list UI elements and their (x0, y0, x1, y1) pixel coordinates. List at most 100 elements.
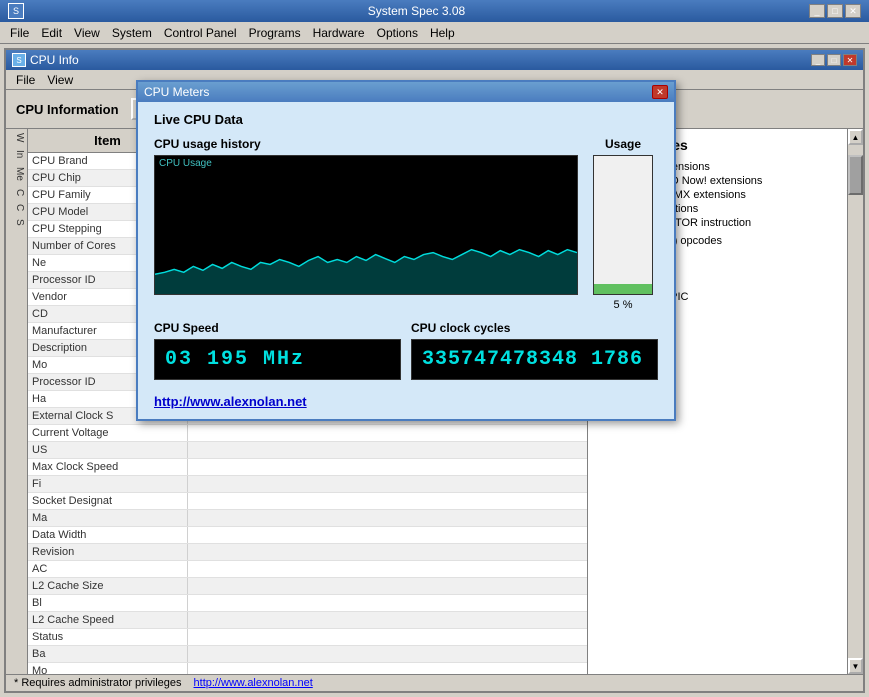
scroll-down-button[interactable]: ▼ (848, 658, 863, 674)
popup-title-bar: CPU Meters ✕ (138, 82, 674, 102)
popup-footer: http://www.alexnolan.net (138, 390, 674, 419)
table-row: US (28, 442, 587, 459)
item-status: Status (28, 629, 188, 645)
history-graph: CPU Usage (154, 155, 578, 295)
sidebar-me: Me (6, 163, 27, 185)
details-revision (188, 544, 587, 560)
table-row: Max Clock Speed (28, 459, 587, 476)
table-row: Revision (28, 544, 587, 561)
details-mo2 (188, 663, 587, 674)
table-row: Current Voltage (28, 425, 587, 442)
table-row: Mo (28, 663, 587, 674)
details-ma (188, 510, 587, 526)
cpu-cycles-value: 335747478348 1786 (411, 339, 658, 380)
scroll-track[interactable] (848, 145, 863, 658)
table-row: Socket Designat (28, 493, 587, 510)
inner-window: S CPU Info _ □ ✕ File View CPU Informati… (4, 48, 865, 693)
cpu-speed-display: CPU Speed 03 195 MHz (154, 321, 401, 380)
menu-control-panel[interactable]: Control Panel (158, 24, 243, 42)
table-row: Fi (28, 476, 587, 493)
footer: * Requires administrator privileges http… (6, 674, 863, 691)
details-max-clock (188, 459, 587, 475)
cpu-speed-value: 03 195 MHz (154, 339, 401, 380)
item-socket: Socket Designat (28, 493, 188, 509)
details-ba (188, 646, 587, 662)
sidebar-cp2: C (6, 200, 27, 215)
minimize-button[interactable]: _ (809, 4, 825, 18)
graph-label: CPU Usage (159, 158, 212, 169)
cpu-cycles-display: CPU clock cycles 335747478348 1786 (411, 321, 658, 380)
menu-programs[interactable]: Programs (243, 24, 307, 42)
footer-link[interactable]: http://www.alexnolan.net (194, 677, 313, 689)
menu-bar: File Edit View System Control Panel Prog… (0, 22, 869, 44)
menu-edit[interactable]: Edit (35, 24, 68, 42)
cpu-meters-window: CPU Meters ✕ Live CPU Data CPU usage his… (136, 80, 676, 421)
maximize-button[interactable]: □ (827, 4, 843, 18)
details-data-width (188, 527, 587, 543)
history-label: CPU usage history (154, 137, 578, 151)
history-section: CPU usage history CPU Usage (154, 137, 578, 295)
details-socket (188, 493, 587, 509)
close-button[interactable]: ✕ (845, 4, 861, 18)
sidebar-cp1: C (6, 185, 27, 200)
inner-title: CPU Info (30, 53, 79, 67)
sidebar-in: In (6, 146, 27, 162)
scroll-up-button[interactable]: ▲ (848, 129, 863, 145)
menu-file[interactable]: File (4, 24, 35, 42)
scroll-thumb[interactable] (848, 155, 863, 195)
usage-percent: 5 % (588, 299, 658, 311)
item-us: US (28, 442, 188, 458)
table-row: Bl (28, 595, 587, 612)
item-bl: Bl (28, 595, 188, 611)
item-l2-cache-size: L2 Cache Size (28, 578, 188, 594)
usage-bar-container (593, 155, 653, 295)
menu-options[interactable]: Options (371, 24, 424, 42)
item-current-voltage: Current Voltage (28, 425, 188, 441)
menu-help[interactable]: Help (424, 24, 461, 42)
inner-maximize-button[interactable]: □ (827, 54, 841, 66)
usage-top-label: Usage (588, 137, 658, 151)
item-mo2: Mo (28, 663, 188, 674)
popup-link[interactable]: http://www.alexnolan.net (154, 394, 307, 409)
popup-content: Live CPU Data CPU usage history CPU Usag… (138, 102, 674, 390)
inner-title-bar: S CPU Info _ □ ✕ (6, 50, 863, 70)
inner-menu-view[interactable]: View (41, 71, 79, 89)
table-row: Status (28, 629, 587, 646)
inner-minimize-button[interactable]: _ (811, 54, 825, 66)
item-data-width: Data Width (28, 527, 188, 543)
menu-system[interactable]: System (106, 24, 158, 42)
usage-bar-fill (594, 284, 652, 294)
table-row: L2 Cache Size (28, 578, 587, 595)
details-status (188, 629, 587, 645)
cpu-cycles-label: CPU clock cycles (411, 321, 658, 335)
details-l2-cache-size (188, 578, 587, 594)
table-row: Data Width (28, 527, 587, 544)
cpu-info-label: CPU Information (16, 102, 119, 117)
menu-hardware[interactable]: Hardware (307, 24, 371, 42)
details-ac (188, 561, 587, 577)
app-title: System Spec 3.08 (24, 4, 809, 18)
details-current-voltage (188, 425, 587, 441)
live-cpu-label: Live CPU Data (154, 112, 658, 127)
left-sidebar: W In Me C C S (6, 129, 28, 674)
details-bl (188, 595, 587, 611)
item-revision: Revision (28, 544, 188, 560)
popup-title: CPU Meters (144, 85, 209, 99)
item-ac: AC (28, 561, 188, 577)
usage-section: Usage 5 % (588, 137, 658, 311)
popup-close-button[interactable]: ✕ (652, 85, 668, 99)
speed-section: CPU Speed 03 195 MHz CPU clock cycles 33… (154, 321, 658, 380)
history-graph-svg (155, 156, 577, 294)
details-l2-cache-speed (188, 612, 587, 628)
menu-view[interactable]: View (68, 24, 106, 42)
details-fi (188, 476, 587, 492)
scrollbar[interactable]: ▲ ▼ (847, 129, 863, 674)
inner-close-button[interactable]: ✕ (843, 54, 857, 66)
inner-menu-file[interactable]: File (10, 71, 41, 89)
details-us (188, 442, 587, 458)
cpu-speed-label: CPU Speed (154, 321, 401, 335)
item-l2-cache-speed: L2 Cache Speed (28, 612, 188, 628)
item-ma: Ma (28, 510, 188, 526)
usage-bar-background (594, 156, 652, 284)
inner-app-icon: S (12, 53, 26, 67)
